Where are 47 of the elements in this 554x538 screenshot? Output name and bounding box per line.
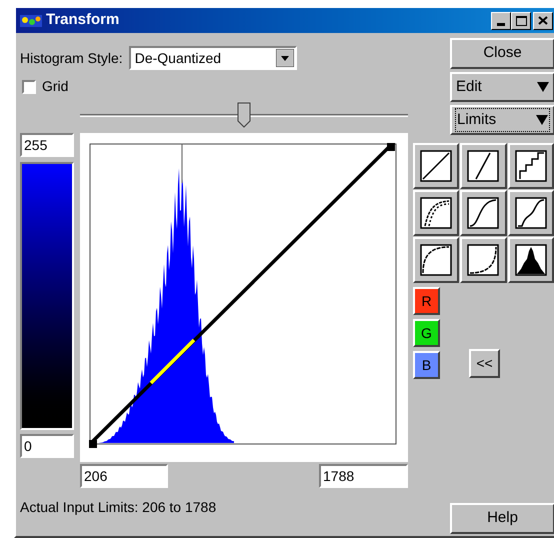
- output-max-field[interactable]: 255: [20, 133, 74, 157]
- concave-curve-icon: [467, 244, 500, 276]
- help-button[interactable]: Help: [450, 503, 554, 534]
- input-min-field[interactable]: 206: [80, 464, 168, 488]
- app-icon: [20, 14, 42, 26]
- channel-button[interactable]: G: [413, 319, 440, 347]
- dropdown-arrow-icon: [536, 115, 548, 125]
- maximize-button[interactable]: [511, 12, 531, 30]
- close-button[interactable]: [533, 12, 553, 30]
- grid-label: Grid: [42, 77, 68, 96]
- side-button[interactable]: Close: [450, 38, 554, 69]
- status-text: Actual Input Limits: 206 to 1788: [20, 498, 218, 517]
- collapse-button[interactable]: <<: [469, 349, 500, 378]
- staircase-icon: [514, 150, 547, 182]
- dropdown-arrow-icon: [276, 49, 294, 67]
- close-icon: [538, 16, 548, 25]
- curve-preset-button[interactable]: [460, 237, 507, 283]
- side-button[interactable]: Limits: [450, 105, 554, 135]
- window-title: Transform: [46, 10, 120, 30]
- curve-preset-button[interactable]: [460, 190, 507, 236]
- line-icon: [420, 150, 452, 182]
- curve-preset-button[interactable]: [460, 143, 507, 189]
- minimize-button[interactable]: [491, 12, 511, 30]
- curve-preset-button[interactable]: [413, 143, 460, 189]
- minimize-icon: [497, 22, 505, 26]
- dropdown-arrow-icon: [537, 82, 549, 92]
- grid-checkbox[interactable]: [22, 80, 36, 94]
- curve-preset-button[interactable]: [413, 190, 460, 236]
- slider-thumb[interactable]: [237, 102, 251, 128]
- control-point-handle[interactable]: [387, 142, 395, 150]
- histogram-icon: [514, 244, 547, 276]
- curve-preset-button[interactable]: [413, 237, 460, 283]
- curve-preset-button[interactable]: [508, 143, 554, 189]
- input-max-field[interactable]: 1788: [319, 464, 408, 488]
- convex-curve-icon: [420, 244, 452, 276]
- channel-button[interactable]: R: [413, 287, 440, 315]
- curve-preset-button[interactable]: [508, 190, 554, 236]
- histogram-style-label: Histogram Style:: [20, 48, 123, 68]
- wavy-line-icon: [514, 197, 547, 229]
- side-button[interactable]: Edit: [450, 72, 554, 102]
- histogram-style-dropdown[interactable]: De-Quantized: [128, 46, 297, 70]
- channel-button[interactable]: B: [413, 351, 440, 379]
- curve-preset-button[interactable]: [508, 237, 554, 283]
- dashed-curves-icon: [420, 197, 452, 229]
- maximize-icon: [516, 16, 526, 26]
- output-min-field[interactable]: 0: [20, 434, 74, 458]
- s-curve-icon: [467, 197, 500, 229]
